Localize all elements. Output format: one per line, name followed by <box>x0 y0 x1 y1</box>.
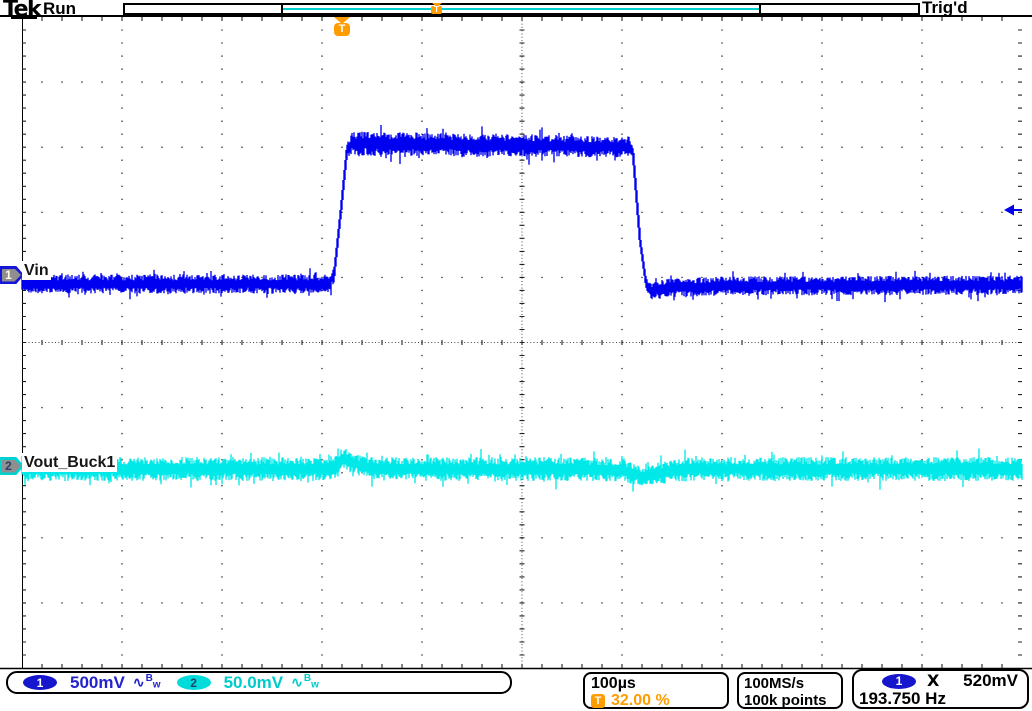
channel-1-badge: 1 <box>23 675 57 690</box>
acquisition-bar-window-segment: T <box>281 3 761 15</box>
acquisition-status: Run <box>43 0 76 19</box>
trigger-level-arrow-icon <box>1004 205 1014 216</box>
trigger-status: Trig'd <box>922 0 968 18</box>
channel-1-ac-coupling-icon: ∿ <box>133 674 145 691</box>
channel-2-badge: 2 <box>177 675 211 690</box>
timebase-readout: 100µs <box>591 675 721 692</box>
channel-2-waveform-label: Vout_Buck1 <box>22 453 117 472</box>
scope-display <box>0 0 1032 670</box>
trigger-position-value: 32.00 % <box>611 692 670 709</box>
bw-w: w <box>311 679 319 690</box>
trigger-readout-box: 1 X 520mV 193.750 Hz <box>852 669 1029 709</box>
bw-w: w <box>153 679 161 690</box>
acquisition-bar-right-segment <box>759 3 920 15</box>
channel-2-scale: 50.0mV <box>224 673 284 693</box>
bw-b: B <box>304 673 311 684</box>
channel-2-marker-digit: 2 <box>0 459 17 473</box>
trigger-flag-t-icon: T <box>334 23 350 36</box>
trigger-settings-line: 1 X 520mV <box>854 672 1027 690</box>
trigger-slope-icon: X <box>927 672 939 690</box>
trigger-source-badge: 1 <box>882 674 916 689</box>
channel-1-waveform-label: Vin <box>22 261 51 280</box>
channel-1-scale: 500mV <box>70 673 125 693</box>
channel-1-position-marker-icon: 1 <box>0 266 24 284</box>
channel-scale-readout-box: 1 500mV ∿ Bw 2 50.0mV ∿ Bw <box>6 671 512 694</box>
trigger-frequency-readout: 193.750 Hz <box>854 690 1027 708</box>
acquisition-bar-left-segment <box>123 3 283 15</box>
channel-1-bandwidth-limit-icon: Bw <box>146 673 161 692</box>
channel-1-marker-digit: 1 <box>0 268 17 282</box>
channel-2-ac-coupling-icon: ∿ <box>291 674 303 691</box>
tek-logo-underline <box>11 17 37 19</box>
sample-rate-readout: 100MS/s <box>744 675 836 692</box>
trigger-level-readout: 520mV <box>963 672 1018 690</box>
record-length-readout: 100k points <box>744 692 836 709</box>
acquisition-preview-trace <box>283 8 759 10</box>
channel-2-readout-group: 2 50.0mV ∿ Bw <box>177 673 319 693</box>
acquisition-bar-trigger-marker-icon: T <box>431 3 443 15</box>
trigger-t-badge-icon: T <box>591 694 605 708</box>
acquisition-readout-box: 100MS/s 100k points <box>737 672 843 709</box>
trigger-position-flag-icon: T <box>333 17 351 36</box>
trigger-marker-t-icon: T <box>431 6 442 14</box>
bw-b: B <box>146 673 153 684</box>
trigger-position-readout: T 32.00 % <box>591 692 721 709</box>
channel-2-bandwidth-limit-icon: Bw <box>304 673 319 692</box>
channel-2-position-marker-icon: 2 <box>0 457 24 475</box>
horizontal-readout-box: 100µs T 32.00 % <box>583 672 729 709</box>
